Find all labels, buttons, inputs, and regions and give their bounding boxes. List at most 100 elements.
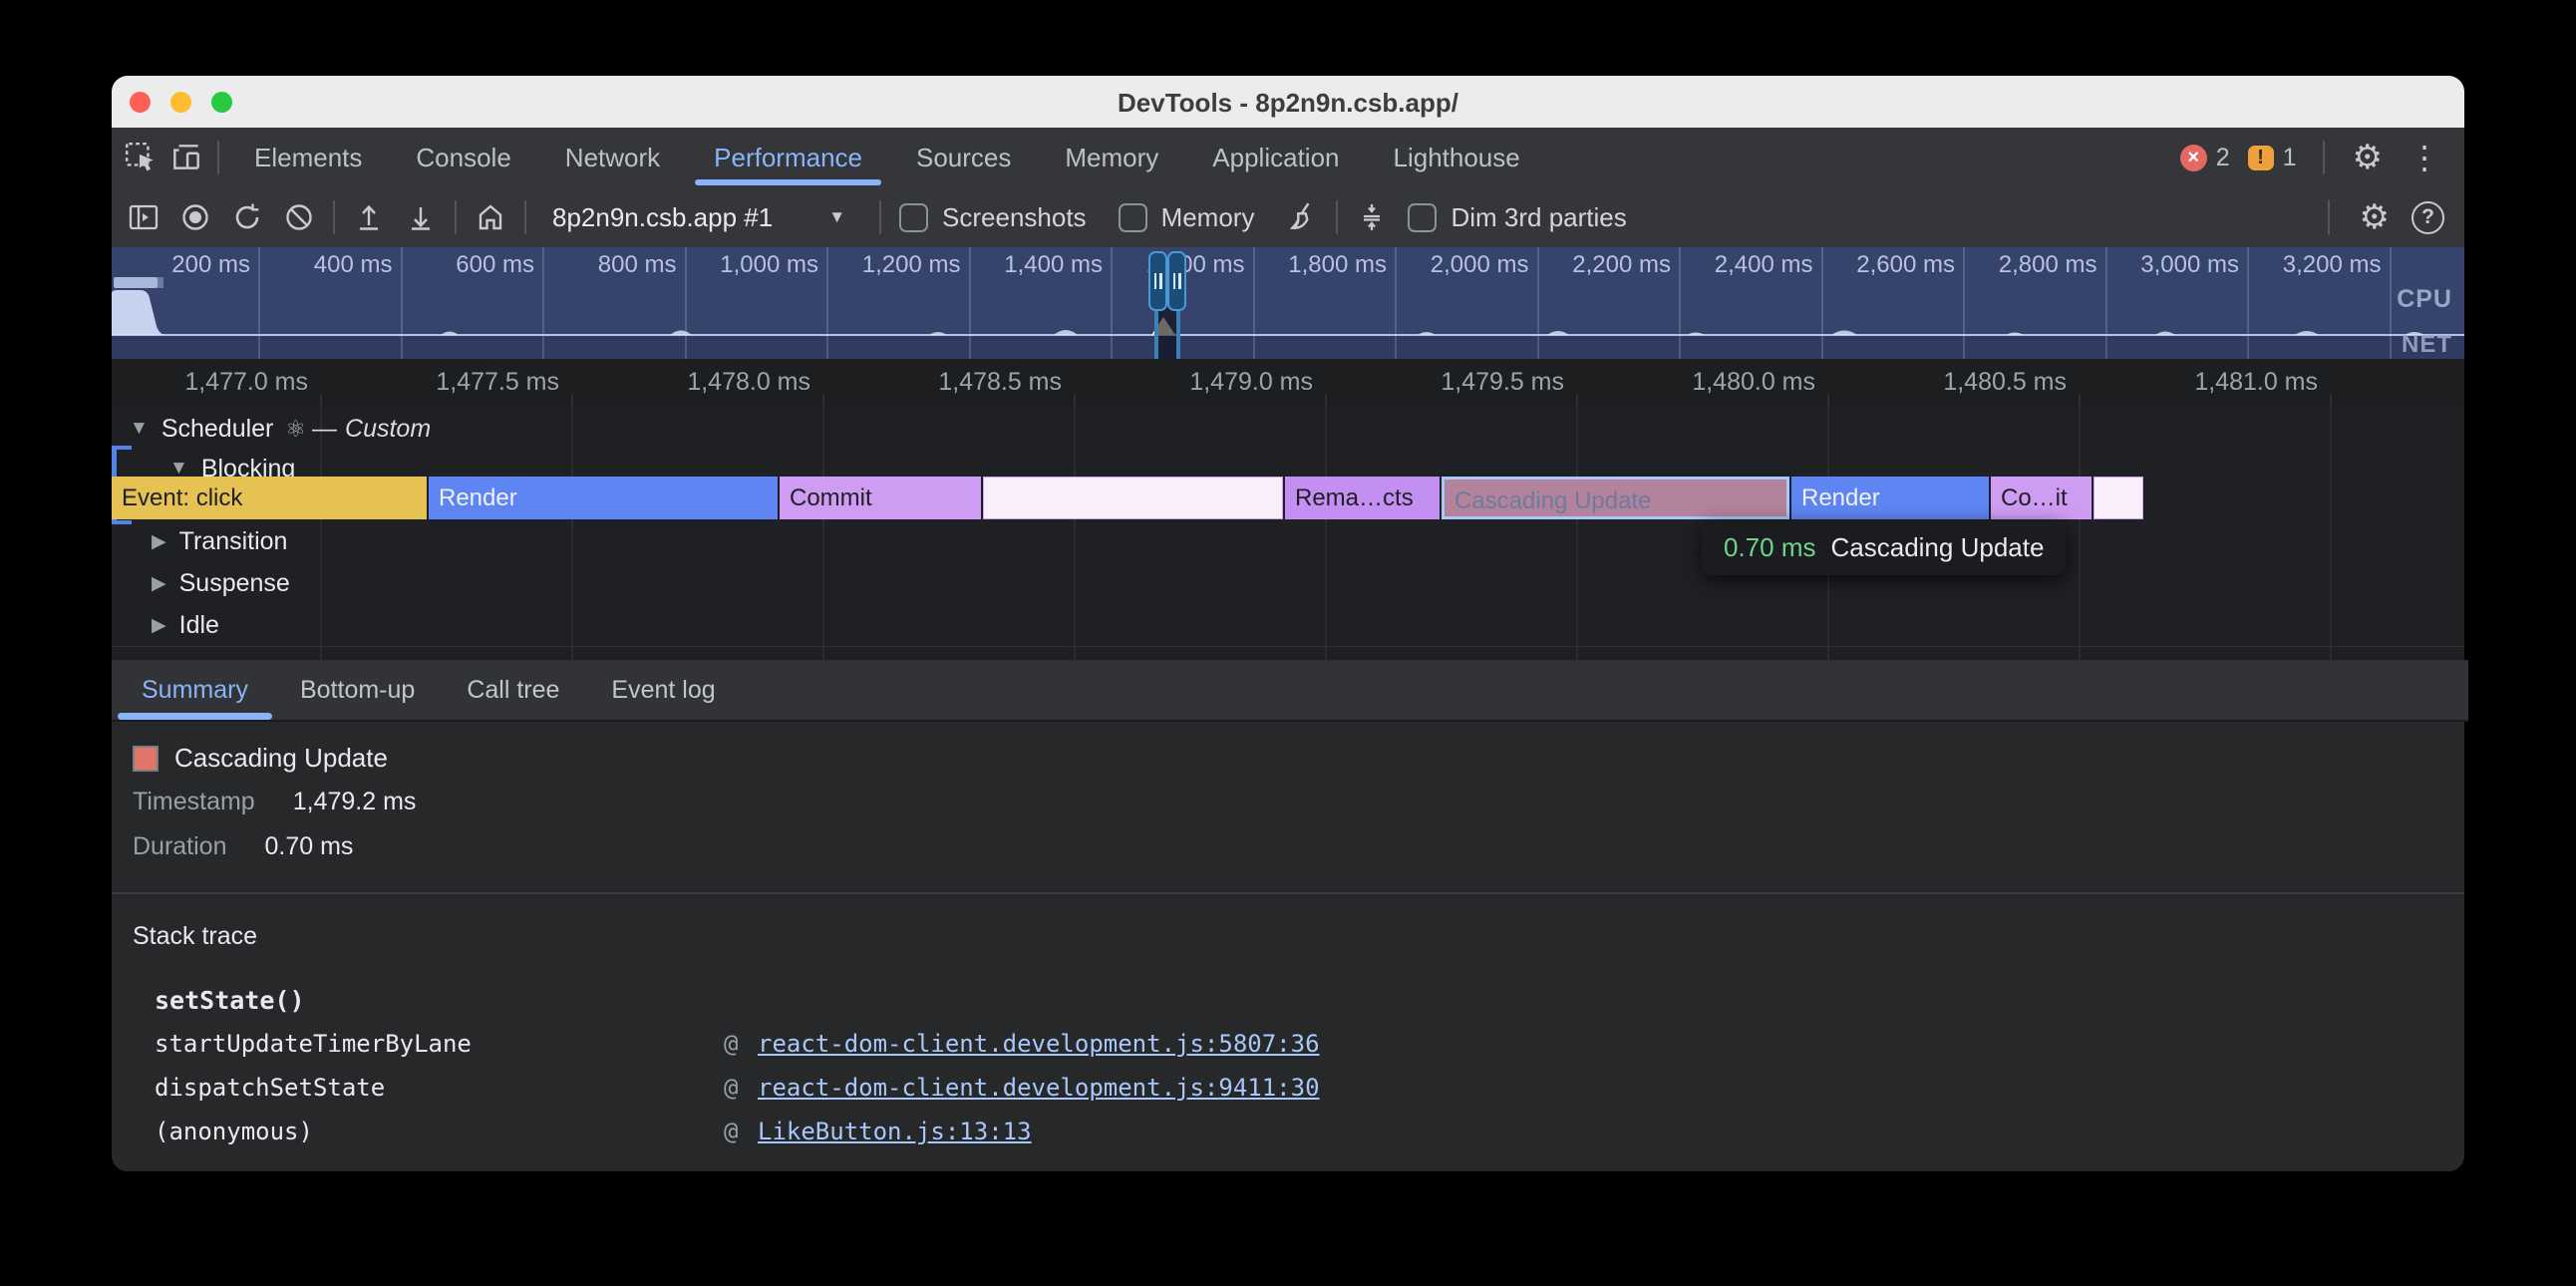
issues-badge-icon[interactable]: ! bbox=[2248, 146, 2274, 170]
flame-event-bar[interactable] bbox=[983, 477, 1283, 519]
capture-settings-gear-icon[interactable]: ⚙ bbox=[2360, 197, 2390, 237]
minimap-tick-label: 200 ms bbox=[112, 252, 250, 278]
flame-event-bar[interactable]: Cascading Update bbox=[1442, 477, 1789, 519]
scrubber-right-handle[interactable] bbox=[1167, 251, 1186, 311]
track-group-label: Transition bbox=[179, 527, 288, 556]
tab-application[interactable]: Application bbox=[1185, 128, 1366, 187]
tab-console[interactable]: Console bbox=[389, 128, 537, 187]
tab-memory[interactable]: Memory bbox=[1038, 128, 1185, 187]
devtools-tab-strip: ElementsConsoleNetworkPerformanceSources… bbox=[112, 128, 2464, 188]
issue-count[interactable]: 1 bbox=[2283, 144, 2297, 172]
details-tab-bottom-up[interactable]: Bottom-up bbox=[274, 660, 441, 720]
at-symbol: @ bbox=[724, 1074, 738, 1102]
at-symbol: @ bbox=[724, 1118, 738, 1145]
viewport-right-edge[interactable] bbox=[1176, 307, 1180, 359]
ruler-tick-label: 1,479.5 ms bbox=[1345, 367, 1564, 397]
triangle-right-icon[interactable]: ▶ bbox=[152, 572, 166, 595]
stack-frame-source-link[interactable]: react-dom-client.development.js:9411:30 bbox=[758, 1074, 1320, 1102]
viewport-left-edge[interactable] bbox=[1154, 307, 1158, 359]
minimap-tick-label: 2,800 ms bbox=[1958, 252, 2097, 278]
toggle-sidebar-icon[interactable] bbox=[118, 187, 169, 247]
flame-event-bar[interactable]: Rema…cts bbox=[1285, 477, 1440, 519]
help-icon[interactable]: ? bbox=[2412, 201, 2444, 234]
details-tab-event-log[interactable]: Event log bbox=[585, 660, 741, 720]
flamechart-gridline bbox=[1325, 405, 1327, 660]
track-dash: — bbox=[312, 415, 337, 444]
scrubber-left-handle[interactable] bbox=[1148, 251, 1167, 311]
flame-event-bar[interactable]: Render bbox=[1791, 477, 1989, 519]
track-group-idle[interactable]: ▶ Idle bbox=[112, 604, 219, 646]
ruler-tick-label: 1,481.0 ms bbox=[2098, 367, 2318, 397]
divider bbox=[524, 200, 526, 234]
record-icon[interactable] bbox=[169, 187, 221, 247]
checkbox-screenshots[interactable] bbox=[899, 203, 928, 232]
tab-elements[interactable]: Elements bbox=[227, 128, 389, 187]
ruler-tick-label: 1,478.5 ms bbox=[842, 367, 1062, 397]
stack-trace-heading: Stack trace bbox=[133, 922, 257, 951]
minimap-tick-label: 1,000 ms bbox=[679, 252, 818, 278]
stack-frame: (anonymous)@LikeButton.js:13:13 bbox=[112, 1110, 2464, 1153]
ruler-tick-label: 1,480.0 ms bbox=[1596, 367, 1815, 397]
settings-gear-icon[interactable]: ⚙ bbox=[2353, 138, 2383, 177]
track-scheduler[interactable]: ▼ Scheduler ⚛ — Custom bbox=[112, 408, 431, 450]
triangle-right-icon[interactable]: ▶ bbox=[152, 614, 166, 637]
minimap-tick-label: 800 ms bbox=[537, 252, 677, 278]
tab-network[interactable]: Network bbox=[538, 128, 687, 187]
triangle-down-icon[interactable]: ▼ bbox=[130, 418, 149, 440]
flamechart-gridline bbox=[2330, 405, 2332, 660]
tooltip-label: Cascading Update bbox=[1831, 532, 2045, 563]
flame-event-bar[interactable]: Render bbox=[429, 477, 778, 519]
toggle-device-toolbar-icon[interactable] bbox=[163, 128, 209, 187]
event-color-swatch bbox=[133, 746, 159, 772]
stack-frame-source-link[interactable]: LikeButton.js:13:13 bbox=[758, 1118, 1032, 1145]
net-lane-label: NET bbox=[2402, 331, 2452, 359]
network-activity-bar bbox=[114, 277, 158, 288]
track-group-suspense[interactable]: ▶Suspense bbox=[112, 562, 290, 604]
minimap-tick-label: 400 ms bbox=[253, 252, 393, 278]
chevron-down-icon[interactable]: ▼ bbox=[828, 207, 845, 227]
tab-sources[interactable]: Sources bbox=[889, 128, 1038, 187]
flame-event-bar[interactable]: Event: click bbox=[112, 477, 427, 519]
collapse-tracks-icon[interactable] bbox=[1346, 187, 1398, 247]
stack-frame-source-link[interactable]: react-dom-client.development.js:5807:36 bbox=[758, 1030, 1320, 1058]
triangle-right-icon[interactable]: ▶ bbox=[152, 530, 166, 553]
error-count[interactable]: 2 bbox=[2216, 144, 2230, 172]
clear-icon[interactable] bbox=[273, 187, 325, 247]
collect-garbage-icon[interactable] bbox=[1276, 187, 1328, 247]
upload-profile-icon[interactable] bbox=[343, 187, 395, 247]
stack-frame-function: dispatchSetState bbox=[155, 1074, 385, 1102]
inspect-element-icon[interactable] bbox=[118, 128, 163, 187]
tab-lighthouse[interactable]: Lighthouse bbox=[1367, 128, 1547, 187]
flame-event-bar[interactable]: Co…it bbox=[1991, 477, 2092, 519]
flame-event-bar[interactable] bbox=[2093, 477, 2143, 519]
flame-event-bar[interactable]: Commit bbox=[780, 477, 981, 519]
summary-row: Duration0.70 ms bbox=[133, 830, 353, 862]
home-icon[interactable] bbox=[465, 187, 516, 247]
ruler-gridline bbox=[1074, 395, 1076, 405]
ruler-tick-label: 1,478.0 ms bbox=[591, 367, 810, 397]
ruler-tick-label: 1,479.0 ms bbox=[1094, 367, 1313, 397]
details-tab-summary[interactable]: Summary bbox=[116, 660, 274, 720]
tab-performance[interactable]: Performance bbox=[687, 128, 889, 187]
track-group-transition[interactable]: ▶ Transition bbox=[112, 520, 287, 562]
download-profile-icon[interactable] bbox=[395, 187, 447, 247]
track-group-label: Idle bbox=[179, 611, 219, 640]
errors-badge-icon[interactable]: × bbox=[2180, 145, 2207, 171]
divider bbox=[2328, 200, 2330, 234]
checkbox-dim-3rd-parties[interactable] bbox=[1408, 203, 1437, 232]
more-options-kebab-icon[interactable]: ⋮ bbox=[2409, 139, 2440, 176]
timeline-overview-minimap[interactable]: 200 ms400 ms600 ms800 ms1,000 ms1,200 ms… bbox=[112, 247, 2464, 360]
flamechart-gridline bbox=[2079, 405, 2081, 660]
summary-row-value: 1,479.2 ms bbox=[293, 788, 417, 815]
target-selector[interactable]: 8p2n9n.csb.app #1 bbox=[552, 202, 773, 233]
record-and-reload-icon[interactable] bbox=[221, 187, 273, 247]
minimap-tick-label: 1,200 ms bbox=[821, 252, 961, 278]
event-tooltip: 0.70 ms Cascading Update bbox=[1702, 520, 2066, 575]
ruler-gridline bbox=[1827, 395, 1829, 405]
ruler-gridline bbox=[320, 395, 322, 405]
flamechart-gridline bbox=[822, 405, 824, 660]
details-tab-call-tree[interactable]: Call tree bbox=[441, 660, 585, 720]
checkbox-memory[interactable] bbox=[1119, 203, 1147, 232]
viewport-selection bbox=[1158, 307, 1176, 359]
minimap-tick-label: 3,4 bbox=[2384, 252, 2464, 278]
